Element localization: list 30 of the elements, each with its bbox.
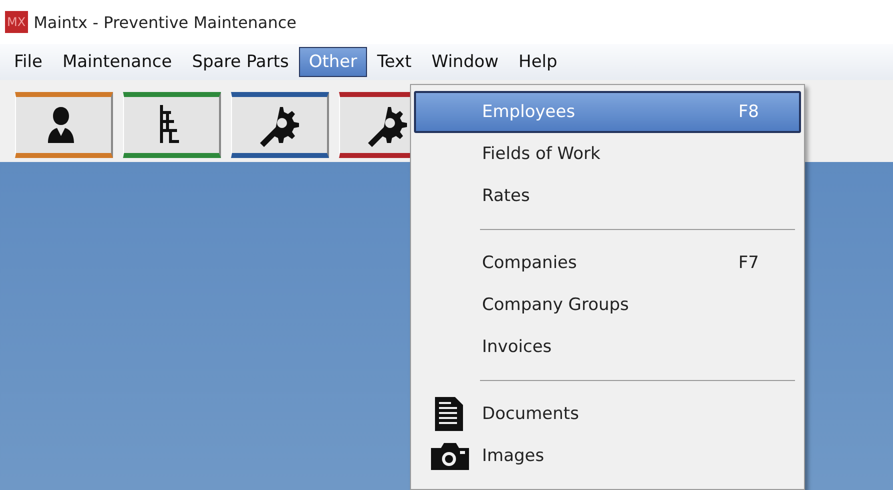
menu-item[interactable]: Maintenance: [52, 47, 182, 77]
window-title: Maintx - Preventive Maintenance: [34, 12, 297, 32]
toolbar-button[interactable]: [123, 92, 221, 158]
menu-item[interactable]: Text: [367, 47, 422, 77]
menu-item-label: Rates: [482, 186, 531, 206]
toolbar-button[interactable]: [15, 92, 113, 158]
menu-item-label: Company Groups: [482, 295, 630, 315]
menu-item[interactable]: Images: [414, 435, 801, 477]
shortcut-label: F8: [738, 102, 759, 122]
menu-item-label: Images: [482, 446, 546, 466]
menu-item[interactable]: File: [4, 47, 52, 77]
menu-item-label: Invoices: [482, 337, 553, 357]
toolbar-button[interactable]: [231, 92, 329, 158]
shortcut-label: F7: [738, 253, 759, 273]
menu-item[interactable]: Invoices: [414, 326, 801, 368]
menu-item[interactable]: Fields of Work: [414, 133, 801, 175]
app-logo: MX: [5, 11, 28, 33]
camera-icon: [429, 440, 469, 472]
menu-item[interactable]: Window: [422, 47, 509, 77]
menu-item-label: Companies: [482, 253, 578, 273]
menu-item[interactable]: Company Groups: [414, 284, 801, 326]
menu-item[interactable]: Documents: [414, 393, 801, 435]
menu-item-label: Documents: [482, 404, 580, 424]
menu-item[interactable]: Help: [508, 47, 568, 77]
menu-item[interactable]: Spare Parts: [182, 47, 299, 77]
document-icon: [433, 395, 465, 433]
menu-item[interactable]: Rates: [414, 175, 801, 217]
menu-item-label: Employees: [482, 102, 576, 122]
menu-item[interactable]: Companies F7: [414, 242, 801, 284]
menu-item-label: Fields of Work: [482, 144, 602, 164]
